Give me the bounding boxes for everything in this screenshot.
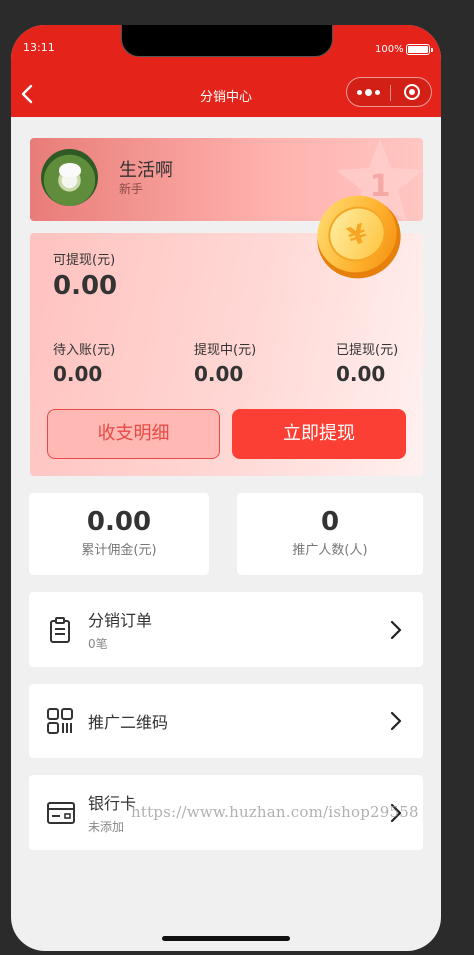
withdrawn-stat: 已提现(元) 0.00 — [336, 339, 398, 386]
status-time: 13:11 — [23, 41, 55, 54]
chevron-right-icon — [390, 711, 402, 731]
qrcode-title: 推广二维码 — [88, 713, 169, 732]
more-dots-icon[interactable] — [347, 78, 390, 106]
user-level: 新手 — [119, 182, 144, 196]
promoters-card: 0 推广人数(人) — [237, 493, 423, 575]
income-detail-button[interactable]: 收支明细 — [47, 409, 220, 459]
bank-title: 银行卡 — [88, 794, 137, 813]
withdrawable-value: 0.00 — [53, 271, 118, 301]
withdrawn-value: 0.00 — [336, 362, 386, 386]
distribution-orders-row[interactable]: 分销订单 0笔 — [29, 592, 423, 667]
bank-card-icon — [47, 802, 75, 824]
user-name: 生活啊 — [119, 160, 173, 181]
commission-label: 累计佣金(元) — [81, 543, 157, 558]
commission-value: 0.00 — [86, 507, 152, 537]
withdrawn-label: 已提现(元) — [336, 343, 399, 358]
qrcode-icon — [47, 708, 73, 734]
withdrawing-stat: 提现中(元) 0.00 — [194, 339, 256, 386]
promoters-value: 0 — [320, 507, 340, 537]
coin-icon: ¥ — [317, 195, 401, 279]
withdrawing-value: 0.00 — [194, 362, 244, 386]
promoters-label: 推广人数(人) — [292, 543, 368, 558]
mini-program-capsule — [346, 77, 432, 107]
avatar[interactable] — [41, 149, 98, 206]
pending-stat: 待入账(元) 0.00 — [53, 339, 115, 386]
withdraw-now-button[interactable]: 立即提现 — [232, 409, 406, 459]
orders-count: 0笔 — [88, 637, 108, 651]
promotion-qrcode-row[interactable]: 推广二维码 — [29, 684, 423, 758]
commission-card: 0.00 累计佣金(元) — [29, 493, 209, 575]
withdrawable-label: 可提现(元) — [53, 253, 116, 268]
orders-title: 分销订单 — [88, 611, 153, 630]
bank-status: 未添加 — [88, 820, 125, 834]
battery-percent: 100% — [375, 44, 404, 55]
close-circle-icon[interactable] — [391, 78, 432, 106]
withdrawing-label: 提现中(元) — [194, 343, 257, 358]
clipboard-icon — [50, 617, 70, 643]
home-indicator — [162, 936, 290, 941]
watermark: https://www.huzhan.com/ishop29558 — [131, 803, 419, 821]
battery-icon — [406, 44, 433, 55]
header-bar: 13:11 100% 分销中心 — [11, 25, 441, 117]
device-notch — [121, 25, 333, 57]
pending-label: 待入账(元) — [53, 343, 116, 358]
chevron-right-icon — [390, 620, 402, 640]
pending-value: 0.00 — [53, 362, 103, 386]
